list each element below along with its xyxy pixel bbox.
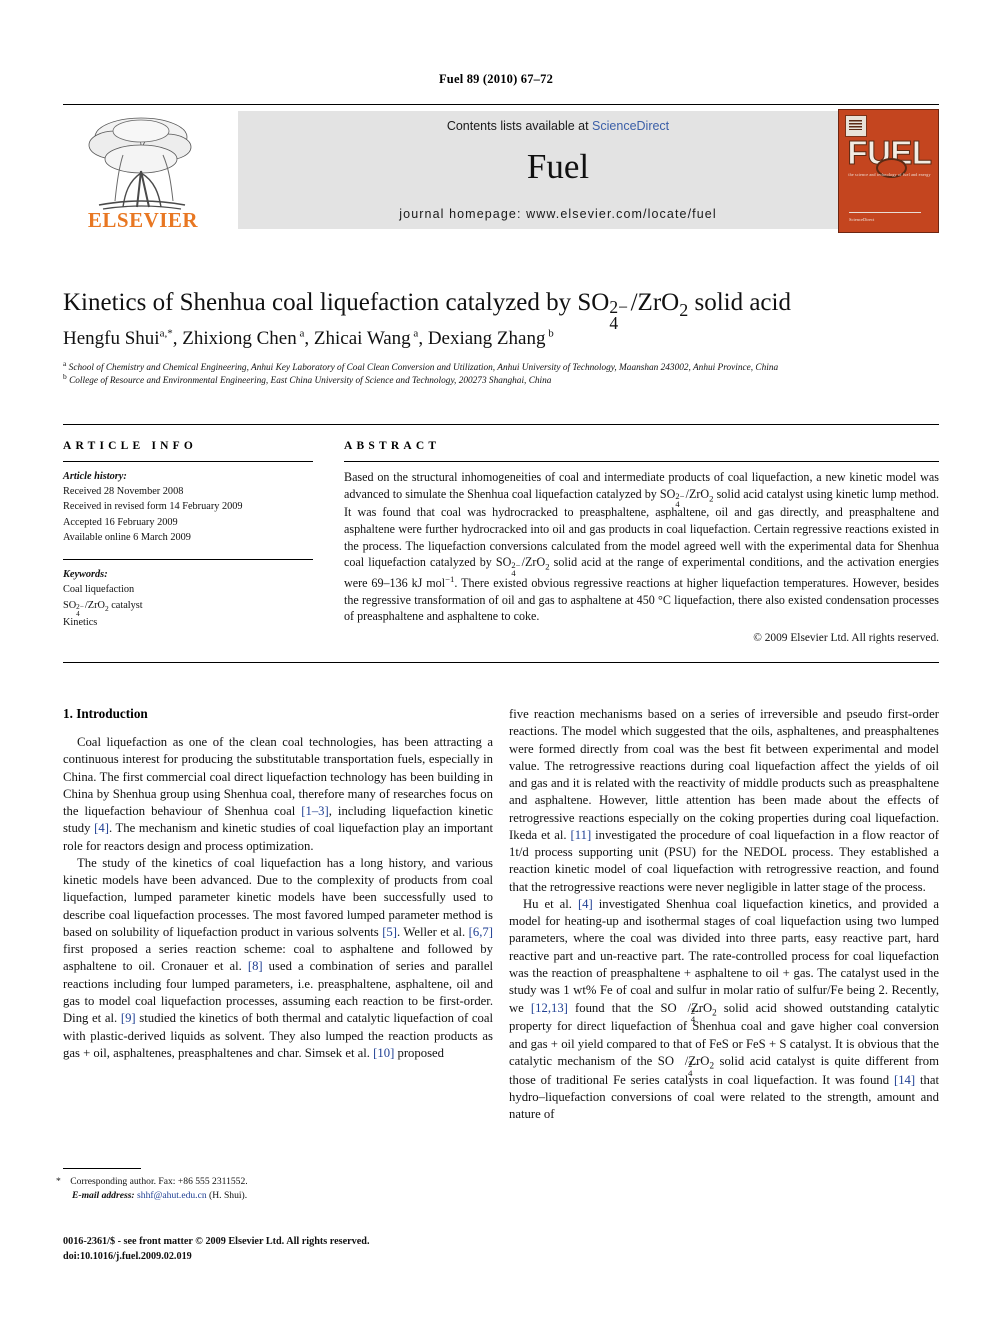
affiliations: a School of Chemistry and Chemical Engin… bbox=[63, 358, 863, 389]
journal-article-page: Fuel 89 (2010) 67–72 ELSEVIER Contents l… bbox=[0, 0, 992, 1323]
doi-line[interactable]: doi:10.1016/j.fuel.2009.02.019 bbox=[63, 1249, 523, 1264]
citation-link[interactable]: [1–3] bbox=[301, 804, 328, 818]
journal-homepage-link[interactable]: journal homepage: www.elsevier.com/locat… bbox=[238, 207, 878, 221]
author-3: Zhicai Wang a bbox=[313, 327, 419, 349]
running-head: Fuel 89 (2010) 67–72 bbox=[438, 72, 554, 86]
title-part-3: solid acid bbox=[688, 289, 791, 316]
article-history-label: Article history: bbox=[63, 471, 127, 482]
journal-cover-thumbnail[interactable]: FUEL the science and technology of fuel … bbox=[838, 109, 939, 233]
body-column-left: 1. Introduction Coal liquefaction as one… bbox=[63, 706, 493, 1062]
history-item: Accepted 16 February 2009 bbox=[63, 516, 178, 528]
email-link[interactable]: shhf@ahut.edu.cn bbox=[137, 1190, 207, 1201]
issn-line: 0016-2361/$ - see front matter © 2009 El… bbox=[63, 1236, 370, 1247]
citation-link[interactable]: [8] bbox=[248, 959, 263, 973]
journal-title: Fuel bbox=[526, 147, 590, 186]
abstract-text: Based on the structural inhomogeneities … bbox=[344, 470, 939, 624]
footnote-rule bbox=[63, 1168, 141, 1169]
elsevier-tree-icon bbox=[88, 117, 192, 210]
cover-footer: ScienceDirect bbox=[849, 212, 929, 222]
abstract-heading: ABSTRACT bbox=[344, 440, 441, 452]
journal-header-band: ELSEVIER Contents lists available at Sci… bbox=[63, 104, 939, 233]
citation-link[interactable]: [12,13] bbox=[531, 1001, 568, 1015]
footnote-text: * Corresponding author. Fax: +86 555 231… bbox=[56, 1175, 493, 1204]
contents-available-line: Contents lists available at ScienceDirec… bbox=[238, 119, 878, 133]
cover-divider bbox=[849, 212, 921, 213]
email-label: E-mail address: bbox=[72, 1190, 135, 1202]
info-block-top-rule bbox=[63, 424, 939, 425]
article-history: Article history: Received 28 November 20… bbox=[63, 469, 313, 545]
citation-link[interactable]: [6,7] bbox=[469, 925, 493, 939]
article-info-heading: ARTICLE INFO bbox=[63, 440, 198, 452]
keyword-item: Kinetics bbox=[63, 616, 98, 628]
title-part-2: /ZrO bbox=[630, 289, 680, 316]
affiliation-a-text: School of Chemistry and Chemical Enginee… bbox=[68, 363, 779, 373]
paragraph: Coal liquefaction as one of the clean co… bbox=[63, 735, 493, 853]
author-1: Hengfu Shuia,* bbox=[63, 327, 173, 349]
author-2: Zhixiong Chen a bbox=[182, 327, 305, 349]
imprint-block: 0016-2361/$ - see front matter © 2009 El… bbox=[63, 1234, 523, 1265]
sciencedirect-link[interactable]: ScienceDirect bbox=[592, 119, 669, 133]
asterisk-icon: * bbox=[56, 1176, 61, 1187]
abstract-divider bbox=[344, 461, 939, 462]
corresponding-author-text: Corresponding author. Fax: +86 555 23115… bbox=[70, 1176, 248, 1187]
affiliation-a: a School of Chemistry and Chemical Engin… bbox=[63, 358, 779, 373]
cover-footer-label: ScienceDirect bbox=[849, 217, 875, 222]
section-heading-introduction: 1. Introduction bbox=[63, 706, 148, 721]
paragraph: Hu et al. [4] investigated Shenhua coal … bbox=[509, 896, 939, 1122]
elsevier-wordmark: ELSEVIER bbox=[87, 208, 199, 232]
article-info-divider bbox=[63, 461, 313, 462]
history-item: Available online 6 March 2009 bbox=[63, 531, 191, 543]
paragraph: five reaction mechanisms based on a seri… bbox=[509, 707, 939, 894]
cover-tagline: the science and technology of fuel and e… bbox=[848, 172, 931, 177]
info-block-bottom-rule bbox=[63, 662, 939, 663]
body-column-right: five reaction mechanisms based on a seri… bbox=[509, 706, 939, 1124]
history-item: Received in revised form 14 February 200… bbox=[63, 501, 243, 513]
title-part-1: Kinetics of Shenhua coal liquefaction ca… bbox=[63, 289, 610, 316]
citation-link[interactable]: [11] bbox=[571, 828, 592, 842]
citation-link[interactable]: [4] bbox=[94, 821, 109, 835]
affiliation-b: b College of Resource and Environmental … bbox=[63, 372, 552, 387]
keyword-item: SO 2− 4/ZrO2 catalyst bbox=[63, 599, 143, 618]
citation-link[interactable]: [5] bbox=[382, 925, 397, 939]
keywords-label: Keywords: bbox=[63, 569, 108, 581]
email-owner: (H. Shui). bbox=[209, 1190, 248, 1202]
history-item: Received 28 November 2008 bbox=[63, 486, 184, 498]
author-4: Dexiang Zhang b bbox=[427, 327, 554, 349]
keywords-divider bbox=[63, 559, 313, 561]
email-note: E-mail address: shhf@ahut.edu.cn (H. Shu… bbox=[63, 1189, 493, 1203]
footnote-block: * Corresponding author. Fax: +86 555 231… bbox=[56, 1168, 493, 1204]
abstract-column: ABSTRACT Based on the structural inhomog… bbox=[344, 440, 939, 644]
contents-prefix: Contents lists available at bbox=[446, 119, 593, 133]
citation-link[interactable]: [10] bbox=[373, 1046, 394, 1060]
journal-banner: Contents lists available at ScienceDirec… bbox=[238, 111, 878, 229]
zro2-subscript: 2 bbox=[679, 300, 689, 320]
page-title: Kinetics of Shenhua coal liquefaction ca… bbox=[63, 289, 791, 334]
article-info-column: ARTICLE INFO Article history: Received 2… bbox=[63, 440, 313, 630]
corresponding-author-note: * Corresponding author. Fax: +86 555 231… bbox=[56, 1175, 493, 1189]
citation-link[interactable]: [4] bbox=[578, 897, 593, 911]
keywords-block: Keywords: Coal liquefaction SO 2− 4/ZrO2 c… bbox=[63, 567, 313, 630]
affiliation-b-text: College of Resource and Environmental En… bbox=[69, 376, 552, 387]
elsevier-logo: ELSEVIER bbox=[63, 111, 223, 231]
author-list: Hengfu Shuia,*, Zhixiong Chen a, Zhicai … bbox=[63, 327, 554, 349]
citation-link[interactable]: [14] bbox=[894, 1073, 915, 1087]
keyword-item: Coal liquefaction bbox=[63, 584, 135, 596]
paragraph: The study of the kinetics of coal liquef… bbox=[63, 855, 493, 1060]
abstract-copyright: © 2009 Elsevier Ltd. All rights reserved… bbox=[753, 632, 939, 645]
citation-link[interactable]: [9] bbox=[121, 1011, 136, 1025]
